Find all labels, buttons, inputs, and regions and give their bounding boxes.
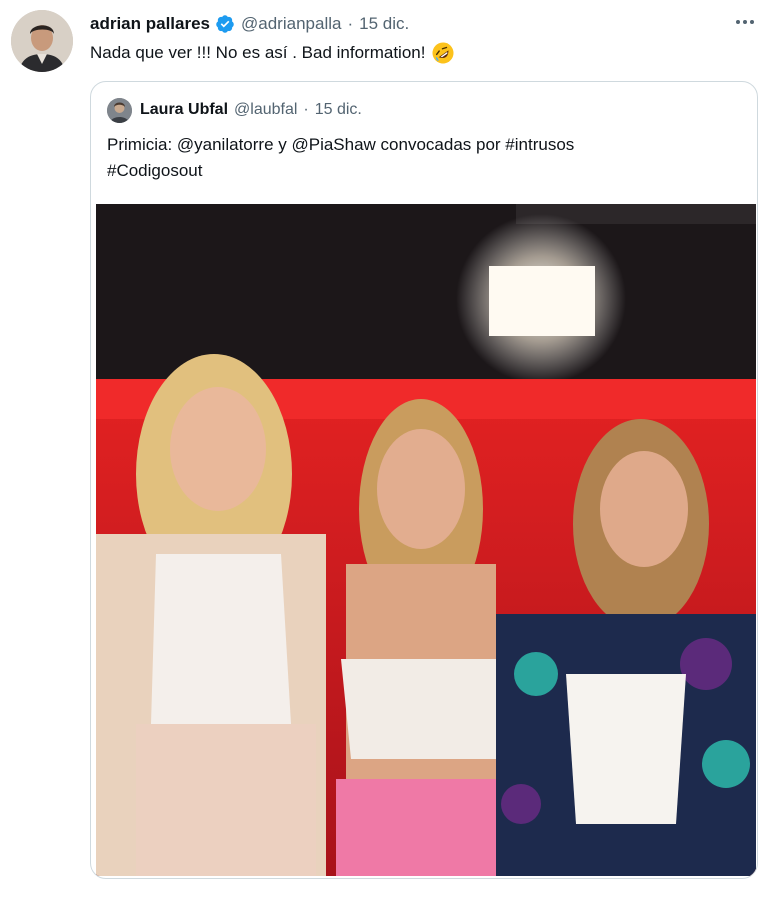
more-options-icon[interactable] — [731, 10, 759, 34]
tweet-text-content: Nada que ver !!! No es así . Bad informa… — [90, 43, 426, 62]
studio-photo-image — [96, 204, 756, 876]
quoted-author-name: Laura Ubfal — [140, 101, 229, 118]
author-avatar-image — [11, 10, 73, 72]
quoted-tweet-header: Laura Ubfal @laubfal · 15 dic. — [107, 97, 362, 123]
separator-dot: · — [347, 14, 354, 33]
quoted-tweet-text: Primicia: @yanilatorre y @PiaShaw convoc… — [107, 132, 727, 184]
tweet-text: Nada que ver !!! No es así . Bad informa… — [90, 41, 727, 65]
tweet-header: adrian pallares @adrianpalla · 15 dic. — [90, 12, 707, 36]
verified-badge-icon — [215, 14, 235, 34]
quoted-separator-dot: · — [303, 101, 309, 118]
quoted-tweet-date: 15 dic. — [314, 101, 362, 118]
quoted-tweet-photo[interactable] — [96, 204, 756, 876]
author-name[interactable]: adrian pallares — [90, 14, 210, 34]
author-handle[interactable]: @adrianpalla — [241, 14, 341, 34]
author-avatar[interactable] — [11, 10, 73, 72]
tweet-date[interactable]: 15 dic. — [359, 14, 409, 34]
quoted-tweet-card[interactable]: Laura Ubfal @laubfal · 15 dic. Primicia:… — [90, 81, 758, 879]
rolling-on-floor-laughing-emoji-icon — [431, 41, 455, 65]
quoted-text-line-1: Primicia: @yanilatorre y @PiaShaw convoc… — [107, 135, 575, 154]
quoted-author-handle: @laubfal — [234, 101, 298, 118]
quoted-author-avatar — [107, 97, 132, 123]
quoted-text-line-2: #Codigosout — [107, 161, 203, 180]
